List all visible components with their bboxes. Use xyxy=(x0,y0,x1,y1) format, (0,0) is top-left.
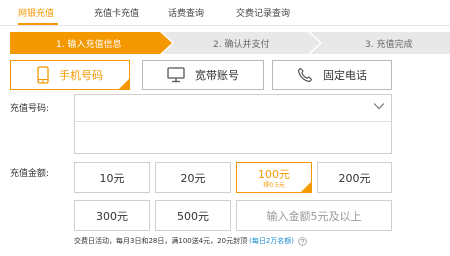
tab-balance-query[interactable]: 话费查询 xyxy=(168,6,204,19)
amount-bonus-text: 得0.5元 xyxy=(263,181,285,189)
amount-option-200[interactable]: 200元 xyxy=(317,162,392,193)
step-3-label: 3. 充值完成 xyxy=(365,40,413,50)
number-label: 充值号码: xyxy=(10,104,50,114)
amount-option-label: 200元 xyxy=(338,171,371,185)
amount-option-500[interactable]: 500元 xyxy=(155,200,231,231)
amount-label: 充值金额: xyxy=(10,169,50,179)
number-field-box xyxy=(74,94,392,154)
type-broadband-button[interactable]: 宽带账号 xyxy=(142,60,264,90)
monitor-icon xyxy=(167,67,185,83)
amount-option-20[interactable]: 20元 xyxy=(155,162,231,193)
promo-description: 交费日活动，每月3日和28日，满100送4元，20元封顶 xyxy=(74,237,248,245)
amount-option-label: 10元 xyxy=(99,171,125,185)
type-landline-label: 固定电话 xyxy=(323,69,367,82)
amount-option-label: 20元 xyxy=(180,171,206,185)
amount-option-100[interactable]: 100元 得0.5元 xyxy=(236,162,312,193)
mobile-phone-icon xyxy=(37,66,49,84)
amount-option-label: 100元 xyxy=(258,167,290,181)
promo-quota-link[interactable]: (每日2万名额) xyxy=(249,236,294,246)
amount-option-label: 300元 xyxy=(96,209,128,223)
type-mobile-label: 手机号码 xyxy=(59,69,103,82)
amount-option-label: 500元 xyxy=(177,209,209,223)
progress-steps: 1. 输入充值信息 2. 确认并支付 3. 充值完成 xyxy=(10,32,450,54)
promo-text: 交费日活动，每月3日和28日，满100送4元，20元封顶 (每日2万名额) xyxy=(74,236,307,246)
amount-option-300[interactable]: 300元 xyxy=(74,200,150,231)
amount-option-10[interactable]: 10元 xyxy=(74,162,150,193)
type-broadband-label: 宽带账号 xyxy=(195,69,239,82)
step-1-label: 1. 输入充值信息 xyxy=(56,40,122,50)
selected-corner-mark xyxy=(300,181,312,193)
custom-amount-input[interactable]: 输入金额5元及以上 xyxy=(236,200,392,231)
chevron-down-icon[interactable] xyxy=(373,102,385,110)
active-tab-indicator xyxy=(18,23,58,25)
step-2-label: 2. 确认并支付 xyxy=(213,40,270,50)
type-landline-button[interactable]: 固定电话 xyxy=(272,60,392,90)
help-icon[interactable] xyxy=(298,236,307,246)
selected-corner-mark xyxy=(118,78,130,90)
tab-online-banking[interactable]: 网银充值 xyxy=(18,6,54,19)
number-input-row xyxy=(75,95,391,122)
type-mobile-button[interactable]: 手机号码 xyxy=(10,60,130,90)
tab-card-recharge[interactable]: 充值卡充值 xyxy=(94,6,139,19)
top-tab-bar: 网银充值 充值卡充值 话费查询 交费记录查询 xyxy=(0,0,450,26)
number-input[interactable] xyxy=(81,99,361,117)
telephone-icon xyxy=(297,67,313,83)
tab-payment-records[interactable]: 交费记录查询 xyxy=(236,6,290,19)
